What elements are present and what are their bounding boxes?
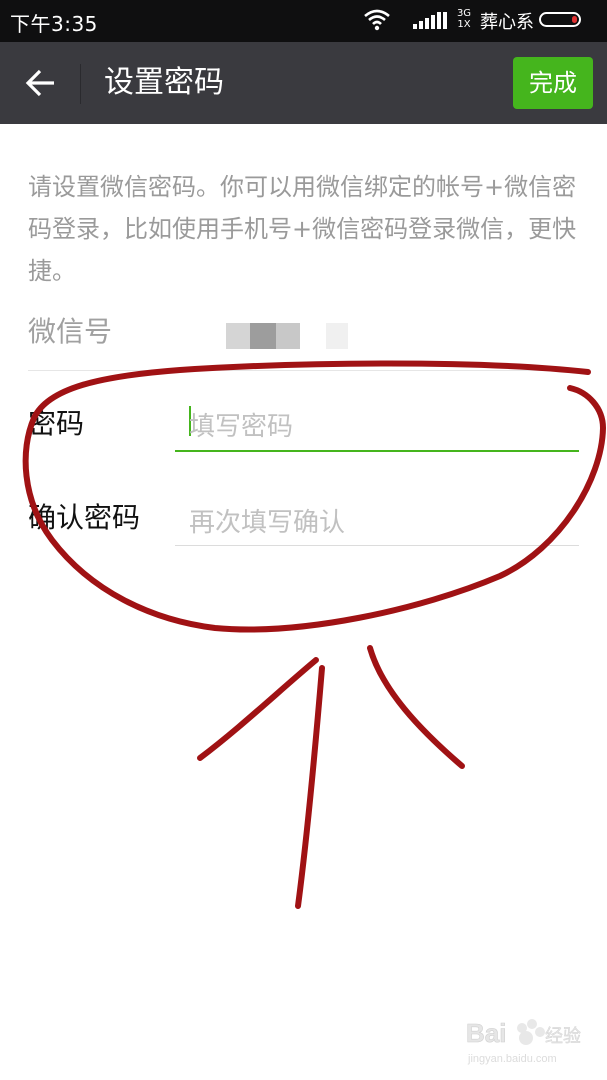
annotation-overlay xyxy=(22,360,606,909)
watermark-brand-suffix: 经验 xyxy=(545,1026,581,1047)
annotation-arrow-right xyxy=(367,645,465,769)
annotation-arrow-shaft xyxy=(295,665,325,909)
annotation-ellipse xyxy=(22,360,606,633)
watermark-logo: Bai 经验 jingyan.baidu.com xyxy=(466,1018,582,1065)
annotation-arrow-left xyxy=(197,657,319,761)
watermark-url: jingyan.baidu.com xyxy=(467,1053,557,1065)
watermark-brand: Bai xyxy=(466,1018,506,1048)
watermark: Bai 经验 jingyan.baidu.com xyxy=(450,1010,590,1070)
